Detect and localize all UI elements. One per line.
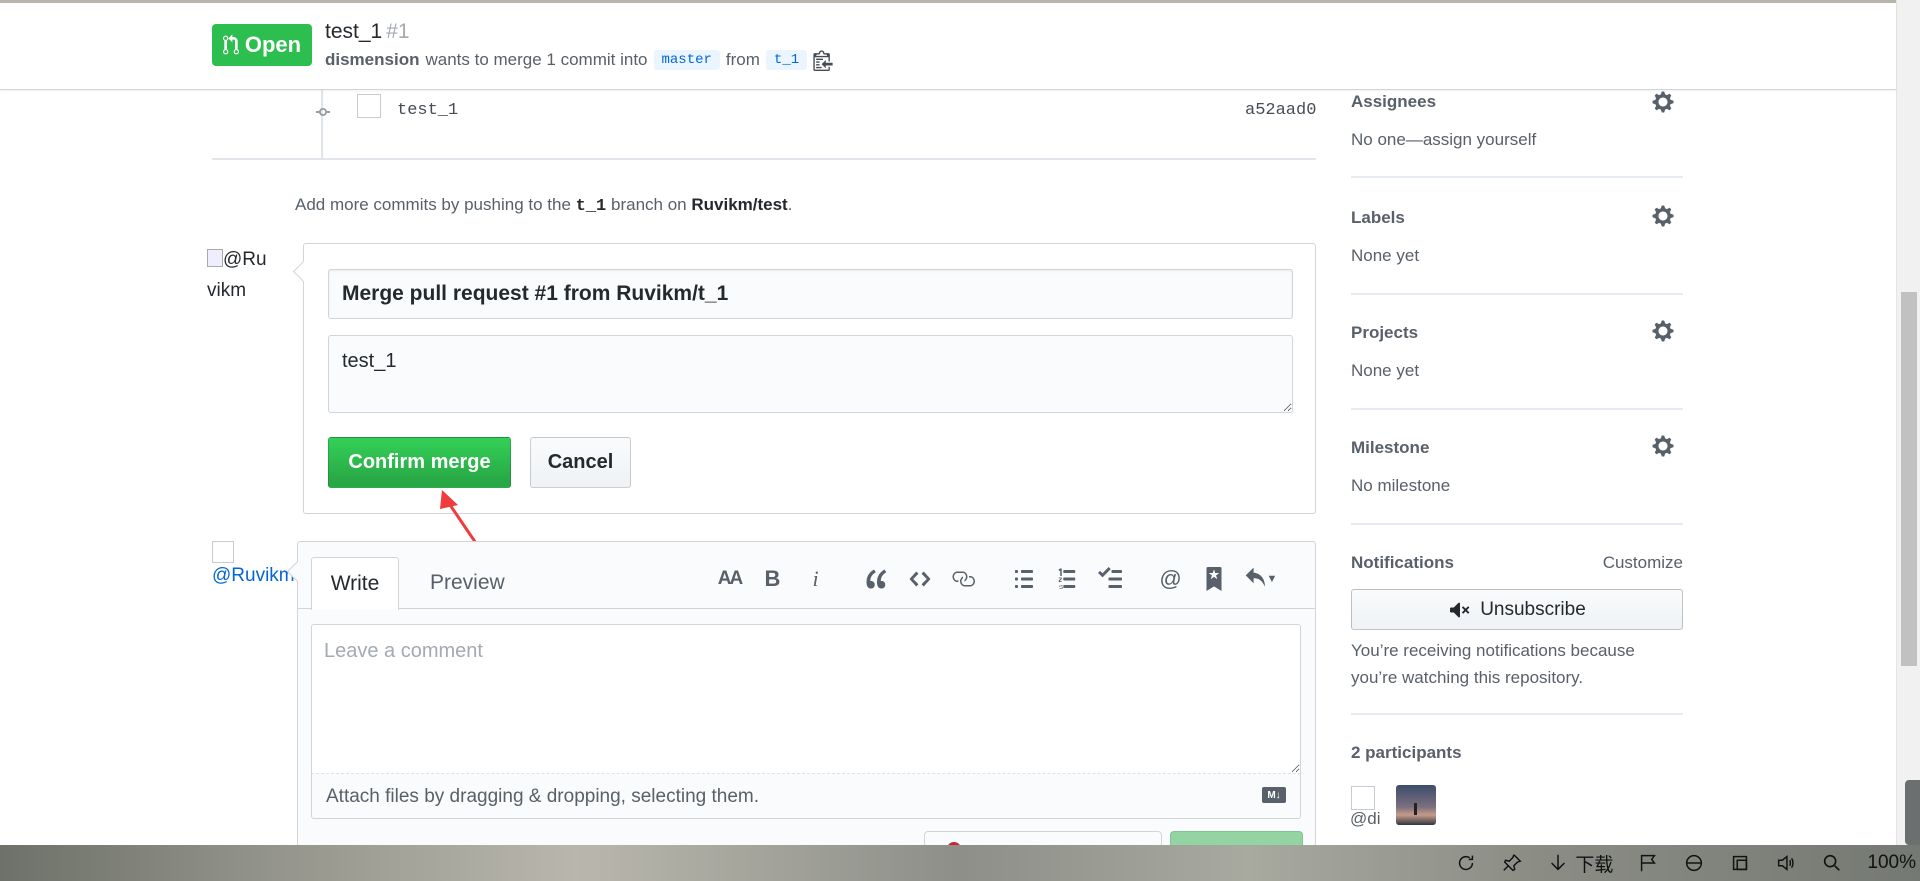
volume-icon[interactable]: [1775, 852, 1797, 874]
projects-value: None yet: [1351, 361, 1420, 380]
add-commits-prefix: Add more commits by pushing to the: [295, 195, 571, 214]
merge-message-textarea[interactable]: test_1: [328, 335, 1293, 413]
pr-meta: dismension wants to merge 1 commit into …: [325, 49, 833, 71]
refresh-icon[interactable]: [1455, 852, 1477, 874]
broken-image-icon: [207, 249, 223, 267]
download-icon[interactable]: 下载: [1547, 850, 1613, 877]
reply-dropdown-icon[interactable]: ▼: [1235, 562, 1287, 596]
page-scrollbar[interactable]: [1896, 0, 1920, 845]
participant-avatar[interactable]: [1351, 786, 1375, 810]
gear-icon[interactable]: [1651, 319, 1675, 343]
editor-tab-bar: Write Preview AA B i @ ▼: [298, 542, 1315, 610]
customize-link[interactable]: Customize: [1603, 553, 1683, 573]
download-label: 下载: [1575, 854, 1614, 876]
cancel-button[interactable]: Cancel: [530, 437, 631, 488]
sidebar-projects: Projects None yet: [1351, 295, 1683, 410]
git-commit-icon: [316, 108, 330, 116]
zoom-level[interactable]: 100%: [1867, 852, 1916, 874]
markdown-icon[interactable]: M↓: [1262, 787, 1286, 803]
add-commits-branch: t_1: [575, 197, 607, 216]
unsubscribe-button[interactable]: Unsubscribe: [1351, 589, 1683, 630]
commenter-avatar[interactable]: @Ruvikm: [212, 541, 295, 586]
labels-heading: Labels: [1351, 208, 1405, 227]
broken-image-icon: [212, 541, 234, 563]
mention-icon[interactable]: @: [1149, 562, 1192, 596]
avatar-alt-text: @Ruvikm: [212, 565, 295, 586]
saved-reply-icon[interactable]: [1192, 562, 1235, 596]
add-commits-note: Add more commits by pushing to the t_1 b…: [295, 195, 792, 216]
add-commits-suffix: .: [787, 195, 793, 214]
notification-reason: You’re receiving notifications because y…: [1351, 641, 1635, 687]
milestone-heading: Milestone: [1351, 438, 1430, 457]
mute-icon: [1450, 602, 1470, 617]
commit-author-avatar[interactable]: [357, 94, 381, 118]
tab-write[interactable]: Write: [311, 557, 399, 610]
labels-value: None yet: [1351, 246, 1420, 265]
link-icon[interactable]: [941, 562, 984, 596]
sidebar-milestone: Milestone No milestone: [1351, 410, 1683, 525]
merge-author-avatar[interactable]: @Ruvikm: [207, 244, 267, 306]
commit-message-link[interactable]: test_1: [397, 101, 458, 120]
assignees-value[interactable]: No one—assign yourself: [1351, 130, 1536, 150]
comment-form: Write Preview AA B i @ ▼ Attach files by…: [297, 541, 1316, 881]
pr-number: #1: [386, 20, 410, 43]
ordered-list-icon[interactable]: [1045, 562, 1088, 596]
clipboard-icon[interactable]: [813, 49, 833, 71]
projects-heading: Projects: [1351, 323, 1419, 342]
head-branch-label[interactable]: t_1: [765, 50, 808, 70]
pr-author-link[interactable]: dismension: [325, 50, 419, 70]
unordered-list-icon[interactable]: [1002, 562, 1045, 596]
gear-icon[interactable]: [1651, 204, 1675, 228]
sidebar-assignees: Assignees No one—assign yourself: [1351, 90, 1683, 178]
attach-files-text: Attach files by dragging & dropping, sel…: [326, 786, 760, 807]
tab-preview[interactable]: Preview: [416, 557, 519, 609]
side-widget-handle[interactable]: [1905, 780, 1920, 845]
add-commits-middle: branch on: [611, 195, 687, 214]
bold-icon[interactable]: B: [751, 562, 794, 596]
merge-form: test_1 Confirm merge Cancel: [303, 243, 1316, 514]
pr-sticky-header: Open test_1 #1 dismension wants to merge …: [0, 3, 1896, 90]
gear-icon[interactable]: [1651, 434, 1675, 458]
repo-link[interactable]: Ruvikm/test: [691, 195, 787, 214]
markdown-toolbar: AA B i @ ▼: [708, 562, 1287, 596]
window-icon[interactable]: [1729, 852, 1751, 874]
commit-sha-link[interactable]: a52aad0: [1245, 101, 1316, 120]
sidebar-labels: Labels None yet: [1351, 178, 1683, 295]
milestone-value: No milestone: [1351, 476, 1451, 495]
pin-icon[interactable]: [1501, 852, 1523, 874]
participant-avatar[interactable]: [1396, 785, 1436, 825]
browser-icon[interactable]: [1683, 852, 1705, 874]
flag-icon[interactable]: [1637, 852, 1659, 874]
pr-title-text: test_1: [325, 20, 383, 43]
git-pull-request-icon: [222, 34, 239, 55]
assignees-heading: Assignees: [1351, 92, 1437, 111]
confirm-merge-button[interactable]: Confirm merge: [328, 437, 511, 488]
pr-title: test_1 #1: [325, 20, 410, 44]
notifications-heading: Notifications: [1351, 553, 1454, 572]
pr-state-label: Open: [244, 32, 302, 57]
file-attachment-bar[interactable]: Attach files by dragging & dropping, sel…: [311, 774, 1301, 819]
unsubscribe-label: Unsubscribe: [1480, 598, 1586, 620]
base-branch-label[interactable]: master: [653, 50, 720, 70]
quote-icon[interactable]: [855, 562, 898, 596]
scrollbar-thumb[interactable]: [1901, 292, 1917, 666]
code-icon[interactable]: [898, 562, 941, 596]
pr-meta-text: wants to merge 1 commit into: [425, 50, 648, 69]
heading-icon[interactable]: AA: [708, 562, 751, 596]
pr-from-text: from: [725, 50, 760, 69]
pr-state-badge: Open: [212, 24, 312, 66]
search-icon[interactable]: [1821, 852, 1843, 874]
participant-alt-text: @di: [1350, 809, 1381, 828]
system-taskbar: 下载 100%: [0, 845, 1920, 881]
participants-heading: 2 participants: [1351, 743, 1462, 762]
task-list-icon[interactable]: [1088, 562, 1131, 596]
comment-textarea[interactable]: [311, 624, 1301, 774]
gear-icon[interactable]: [1651, 90, 1675, 114]
merge-title-input[interactable]: [328, 269, 1293, 319]
italic-icon[interactable]: i: [794, 562, 837, 596]
